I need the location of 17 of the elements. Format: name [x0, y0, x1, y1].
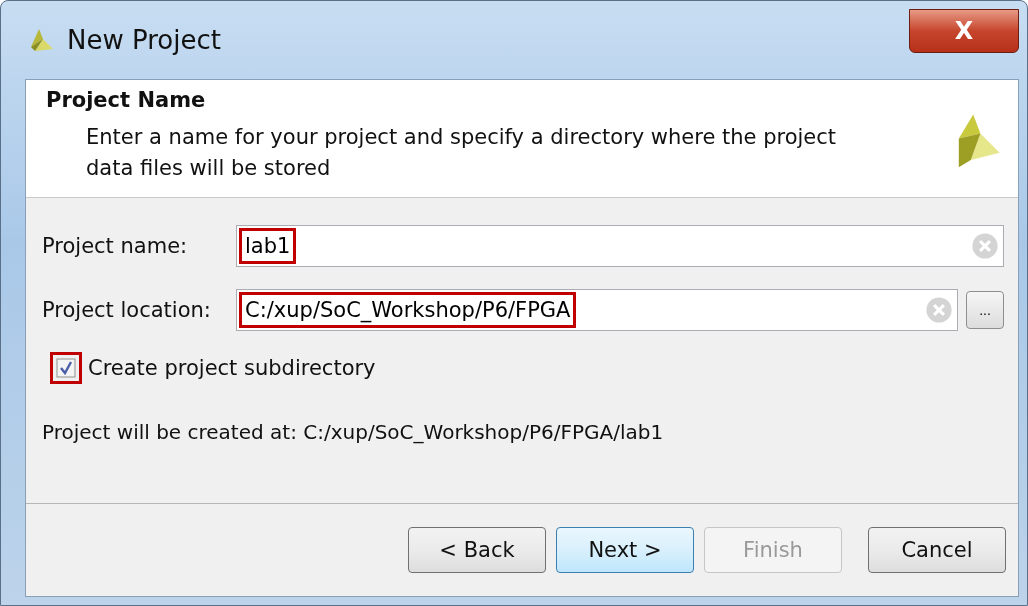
field-label: Project location:: [42, 298, 212, 322]
input-field[interactable]: lab1: [236, 225, 1004, 267]
checkbox[interactable]: [50, 352, 82, 384]
input-field[interactable]: C:/xup/SoC_Workshop/P6/FPGA: [236, 289, 958, 331]
window-title: New Project: [67, 25, 221, 55]
dialog-button[interactable]: < Back: [408, 527, 546, 573]
page-title: Project Name: [46, 88, 207, 112]
page-description: Enter a name for your project and specify a directory where the project data files will be stored: [86, 124, 838, 182]
dialog-button[interactable]: Cancel: [868, 527, 1006, 573]
browse-button[interactable]: ...: [966, 291, 1004, 329]
result-path: Project will be created at: C:/xup/SoC_Workshop/P6/FPGA/lab1: [42, 420, 665, 444]
checkbox-label[interactable]: Create project subdirectory: [88, 356, 376, 380]
close-button[interactable]: X: [909, 9, 1019, 53]
dialog-button[interactable]: Next >: [556, 527, 694, 573]
clear-icon[interactable]: [925, 296, 953, 324]
field-label: Project name:: [42, 234, 189, 258]
clear-icon[interactable]: [971, 232, 999, 260]
